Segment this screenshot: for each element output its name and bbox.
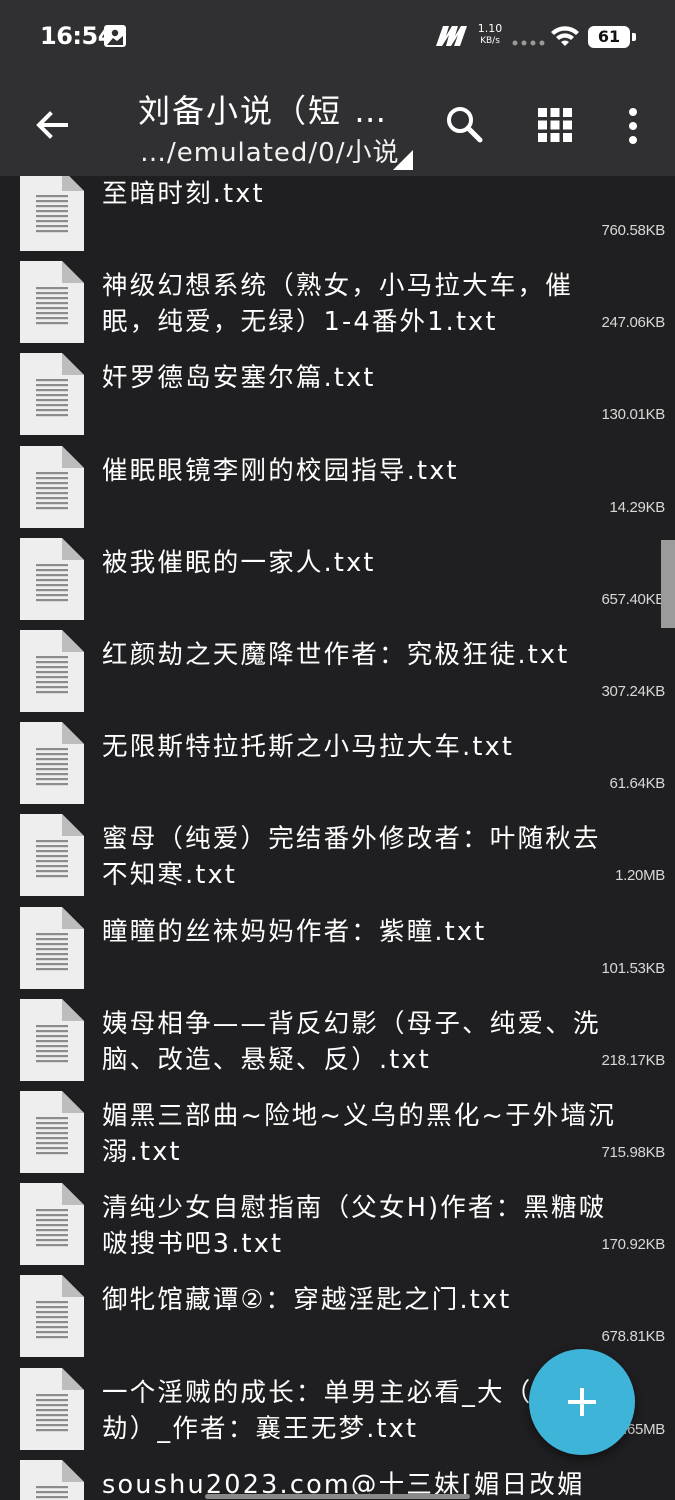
- text-file-icon: [20, 906, 84, 989]
- file-size: 715.98KB: [601, 1144, 666, 1161]
- file-name: 无限斯特拉托斯之小马拉大车.txt: [102, 732, 515, 763]
- status-bar: 16:54 1.10 KB/s 61: [0, 0, 675, 76]
- net-speed-value: 1.10: [477, 22, 503, 35]
- file-name: 神级幻想系统（熟女，小马拉大车，催眠，纯爱，无绿）1-4番外1.txt: [102, 271, 573, 338]
- file-row[interactable]: 奸罗德岛安塞尔篇.txt 130.01KB: [0, 350, 675, 442]
- battery-level: 61: [597, 27, 621, 46]
- text-file-icon: [20, 1091, 84, 1173]
- text-file-icon: [20, 814, 84, 897]
- file-row[interactable]: 蜜母（纯爱）完结番外修改者：叶随秋去不知寒.txt 1.20MB: [0, 811, 675, 903]
- path-breadcrumb[interactable]: …/emulated/0/小说: [140, 132, 399, 169]
- battery-tip: [632, 33, 636, 41]
- file-name: 奸罗德岛安塞尔篇.txt: [102, 363, 376, 394]
- file-size: 14.29KB: [609, 498, 666, 516]
- file-size: 218.17KB: [601, 1051, 666, 1069]
- add-fab-button[interactable]: [529, 1349, 635, 1455]
- file-size: 307.24KB: [601, 683, 666, 700]
- file-row[interactable]: 催眠眼镜李刚的校园指导.txt 14.29KB: [0, 443, 675, 535]
- file-name: 蜜母（纯爱）完结番外修改者：叶随秋去不知寒.txt: [102, 824, 601, 891]
- text-file-icon: [20, 261, 84, 344]
- signal-dots-icon: [512, 40, 545, 46]
- photo-icon: [104, 25, 126, 47]
- file-row[interactable]: 清纯少女自慰指南（父女H)作者：黑糖啵啵搜书吧3.txt 170.92KB: [0, 1180, 675, 1272]
- wifi-icon: [551, 26, 579, 46]
- text-file-icon: [20, 353, 84, 436]
- m-brand-icon: [436, 26, 467, 46]
- file-size: 1.20MB: [615, 867, 665, 885]
- text-file-icon: [20, 1367, 84, 1450]
- file-row[interactable]: 瞳瞳的丝袜妈妈作者：紫瞳.txt 101.53KB: [0, 904, 675, 996]
- file-row[interactable]: 神级幻想系统（熟女，小马拉大车，催眠，纯爱，无绿）1-4番外1.txt 247.0…: [0, 258, 675, 350]
- scrollbar-thumb[interactable]: [661, 540, 675, 628]
- file-row[interactable]: 红颜劫之天魔降世作者：究极狂徒.txt 307.24KB: [0, 627, 675, 719]
- text-file-icon: [20, 1459, 84, 1500]
- page-title: 刘备小说（短 …: [138, 92, 389, 130]
- net-speed-unit: KB/s: [480, 36, 500, 46]
- file-name: 被我催眠的一家人.txt: [102, 547, 376, 578]
- file-list[interactable]: 至暗时刻.txt 760.58KB 神级幻想系统（熟女，小马拉大车，催眠，纯爱，无绿…: [0, 176, 675, 1500]
- more-vert-icon[interactable]: [618, 104, 648, 148]
- battery-icon: 61: [588, 26, 636, 48]
- file-row[interactable]: 被我催眠的一家人.txt 657.40KB: [0, 535, 675, 627]
- file-name: 清纯少女自慰指南（父女H)作者：黑糖啵啵搜书吧3.txt: [102, 1193, 607, 1260]
- file-name: 至暗时刻.txt: [102, 179, 265, 209]
- file-size: 247.06KB: [601, 314, 666, 332]
- file-row[interactable]: 无限斯特拉托斯之小马拉大车.txt 61.64KB: [0, 719, 675, 811]
- text-file-icon: [20, 1183, 84, 1266]
- search-icon[interactable]: [444, 102, 484, 146]
- back-arrow-icon[interactable]: [30, 100, 74, 150]
- file-name: 瞳瞳的丝袜妈妈作者：紫瞳.txt: [102, 916, 487, 947]
- file-size: 101.53KB: [601, 959, 666, 977]
- file-row[interactable]: 至暗时刻.txt 760.58KB: [0, 176, 675, 258]
- file-row[interactable]: 媚黑三部曲~险地~义乌的黑化~于外墙沉溺.txt 715.98KB: [0, 1088, 675, 1180]
- file-row[interactable]: 姨母相争——背反幻影（母子、纯爱、洗脑、改造、悬疑、反）.txt 218.17KB: [0, 996, 675, 1088]
- file-name: 姨母相争——背反幻影（母子、纯爱、洗脑、改造、悬疑、反）.txt: [102, 1008, 601, 1075]
- file-manager-screen: 16:54 1.10 KB/s 61 刘备小说（短 … …/emulated/0…: [0, 0, 675, 1500]
- file-name: 御牝馆藏谭②：穿越淫匙之门.txt: [102, 1285, 512, 1316]
- file-name: 媚黑三部曲~险地~义乌的黑化~于外墙沉溺.txt: [102, 1101, 616, 1167]
- text-file-icon: [20, 998, 84, 1081]
- file-size: 61.64KB: [609, 775, 666, 793]
- text-file-icon: [20, 537, 84, 620]
- text-file-icon: [20, 445, 84, 528]
- text-file-icon: [20, 722, 84, 805]
- plus-icon: [568, 1388, 596, 1416]
- text-file-icon: [20, 176, 84, 251]
- file-size: 760.58KB: [601, 222, 666, 239]
- text-file-icon: [20, 1275, 84, 1358]
- file-size: 678.81KB: [601, 1328, 666, 1346]
- dropdown-triangle-icon[interactable]: [393, 150, 413, 170]
- grid-view-icon[interactable]: [536, 106, 574, 144]
- home-indicator[interactable]: [205, 1494, 470, 1499]
- net-speed: 1.10 KB/s: [476, 22, 504, 48]
- text-file-icon: [20, 630, 84, 712]
- app-bar: 刘备小说（短 … …/emulated/0/小说: [0, 76, 675, 176]
- file-size: 130.01KB: [601, 406, 666, 424]
- file-name: 催眠眼镜李刚的校园指导.txt: [102, 455, 459, 486]
- file-size: 170.92KB: [601, 1236, 666, 1254]
- file-name: 红颜劫之天魔降世作者：究极狂徒.txt: [102, 640, 570, 670]
- file-size: 657.40KB: [601, 590, 666, 608]
